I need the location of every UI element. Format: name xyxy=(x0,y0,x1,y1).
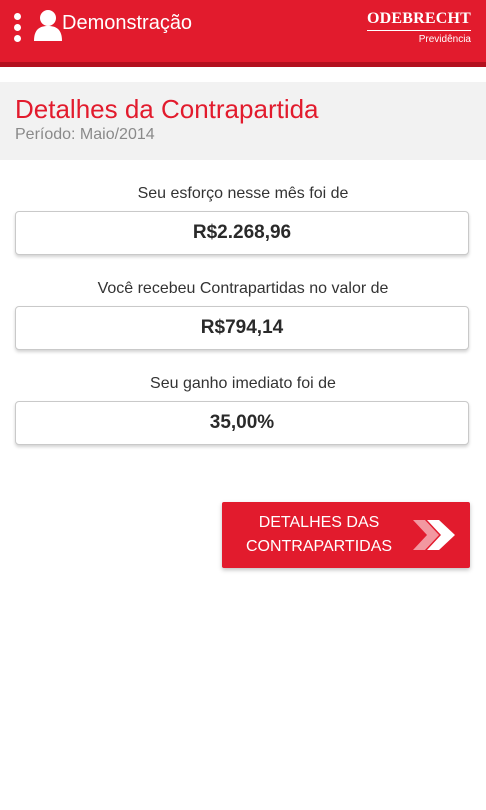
menu-button[interactable] xyxy=(8,10,28,44)
menu-dot xyxy=(14,24,21,31)
gain-value-text: 35,00% xyxy=(209,412,275,433)
brand-subtitle: Previdência xyxy=(418,34,471,45)
user-icon[interactable] xyxy=(33,9,63,41)
menu-dot xyxy=(14,13,21,20)
contribution-details-button[interactable]: DETALHES DAS CONTRAPARTIDAS xyxy=(222,502,470,568)
gain-label: Seu ganho imediato foi de xyxy=(150,375,336,392)
double-chevron-right-icon xyxy=(413,520,455,550)
contribution-value-text: R$794,14 xyxy=(200,317,284,338)
app-title: Demonstração xyxy=(62,12,193,34)
details-button-line2: CONTRAPARTIDAS xyxy=(245,538,393,555)
contribution-value: R$794,14 xyxy=(15,306,469,350)
period-label: Período: Maio/2014 xyxy=(15,126,155,143)
effort-value-text: R$2.268,96 xyxy=(192,222,292,243)
brand-name: ODEBRECHT xyxy=(366,10,471,31)
menu-dot xyxy=(14,35,21,42)
app-bar: Demonstração ODEBRECHT Previdência xyxy=(0,0,486,62)
effort-label: Seu esforço nesse mês foi de xyxy=(137,185,349,202)
details-button-line1: DETALHES DAS xyxy=(258,514,380,531)
app-bar-divider xyxy=(0,62,486,67)
contribution-label: Você recebeu Contrapartidas no valor de xyxy=(97,280,389,297)
details-button-label: DETALHES DAS CONTRAPARTIDAS xyxy=(234,511,404,559)
gain-value: 35,00% xyxy=(15,401,469,445)
page-title: Detalhes da Contrapartida xyxy=(15,94,319,124)
effort-value: R$2.268,96 xyxy=(15,211,469,255)
brand-logo: ODEBRECHT Previdência xyxy=(366,10,471,46)
